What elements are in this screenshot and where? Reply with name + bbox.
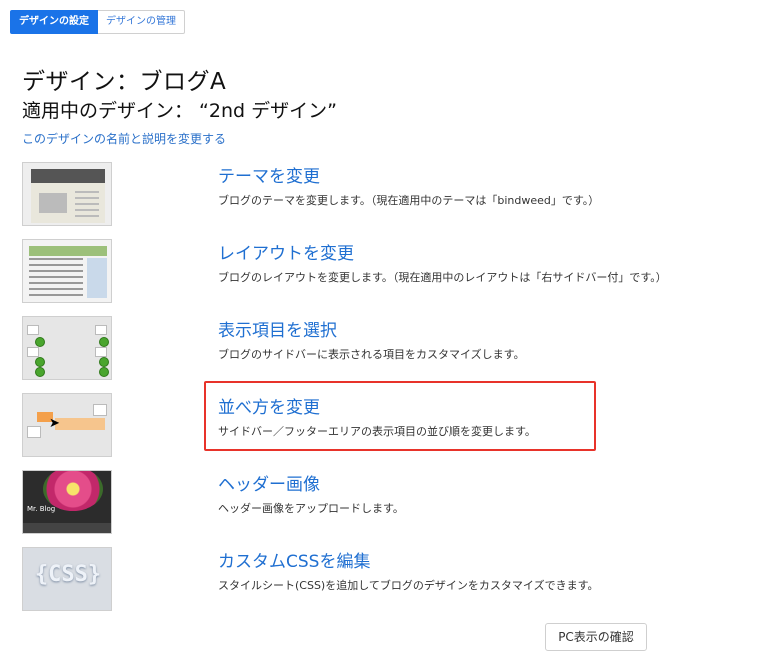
tab-design-management[interactable]: デザインの管理 <box>98 10 185 34</box>
select-display-items-link[interactable]: 表示項目を選択 <box>218 316 337 341</box>
change-theme-link[interactable]: テーマを変更 <box>218 162 320 187</box>
option-row-header-image: Mr. Blog ヘッダー画像 ヘッダー画像をアップロードします。 <box>22 468 762 545</box>
cursor-icon: ➤ <box>49 416 60 431</box>
pc-preview-button[interactable]: PC表示の確認 <box>545 623 647 651</box>
theme-thumbnail-icon[interactable] <box>22 162 112 226</box>
css-thumbnail-label: {CSS} <box>34 562 102 587</box>
option-row-display-items: 表示項目を選択 ブログのサイドバーに表示される項目をカスタマイズします。 <box>22 314 762 391</box>
edit-custom-css-description: スタイルシート(CSS)を追加してブログのデザインをカスタマイズできます。 <box>218 579 599 592</box>
option-row-theme: テーマを変更 ブログのテーマを変更します。（現在適用中のテーマは「bindwee… <box>22 160 762 237</box>
header-thumbnail-blog-name: Mr. Blog <box>27 505 56 513</box>
header-image-thumbnail-icon[interactable]: Mr. Blog <box>22 470 112 534</box>
highlight-annotation-box <box>204 381 596 451</box>
tab-bar: デザインの設定 デザインの管理 <box>10 10 185 34</box>
option-row-custom-css: {CSS} カスタムCSSを編集 スタイルシート(CSS)を追加してブログのデザ… <box>22 545 762 622</box>
change-layout-link[interactable]: レイアウトを変更 <box>218 239 354 264</box>
edit-custom-css-link[interactable]: カスタムCSSを編集 <box>218 547 370 572</box>
current-design-heading: 適用中のデザイン： “2nd デザイン” <box>22 100 337 122</box>
change-layout-description: ブログのレイアウトを変更します。（現在適用中のレイアウトは「右サイドバー付」です… <box>218 271 667 284</box>
checklist-thumbnail-icon[interactable] <box>22 316 112 380</box>
change-theme-description: ブログのテーマを変更します。（現在適用中のテーマは「bindweed」です。） <box>218 194 600 207</box>
css-thumbnail-icon[interactable]: {CSS} <box>22 547 112 611</box>
select-display-items-description: ブログのサイドバーに表示される項目をカスタマイズします。 <box>218 348 525 361</box>
layout-thumbnail-icon[interactable] <box>22 239 112 303</box>
option-row-layout: レイアウトを変更 ブログのレイアウトを変更します。（現在適用中のレイアウトは「右… <box>22 237 762 314</box>
rename-design-link[interactable]: このデザインの名前と説明を変更する <box>22 130 226 147</box>
tab-design-settings[interactable]: デザインの設定 <box>10 10 98 34</box>
header-image-description: ヘッダー画像をアップロードします。 <box>218 502 404 515</box>
header-image-link[interactable]: ヘッダー画像 <box>218 470 320 495</box>
page-title: デザイン：ブログA <box>22 69 227 95</box>
drag-order-thumbnail-icon[interactable]: ➤ <box>22 393 112 457</box>
